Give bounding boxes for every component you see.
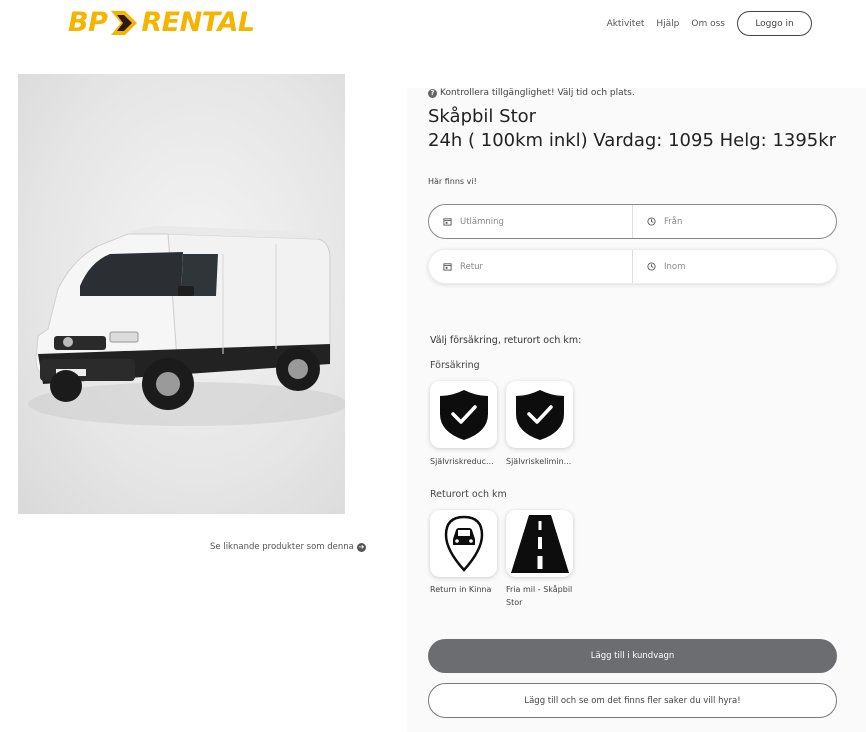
arrow-right-circle-icon: ➔	[356, 542, 366, 552]
similar-products-link[interactable]: Se liknande produkter som denna ➔	[210, 542, 366, 552]
van-illustration	[28, 226, 345, 426]
pickup-row: Utlämning Från	[428, 204, 837, 239]
return-placeholder: Retur	[460, 261, 483, 272]
return-option-kinna-label: Return in Kinna	[430, 585, 492, 594]
nav-link-activity[interactable]: Aktivitet	[607, 19, 645, 29]
location-car-icon	[444, 515, 483, 572]
pickup-date-field[interactable]: Utlämning	[429, 205, 632, 238]
add-to-cart-button[interactable]: Lägg till i kundvagn	[428, 639, 837, 673]
question-icon: ?	[428, 88, 437, 98]
similar-products-label: Se liknande produkter som denna	[210, 542, 354, 552]
return-section-label: Returort och km	[430, 489, 507, 500]
insurance-option-1[interactable]	[430, 381, 497, 448]
pickup-placeholder: Utlämning	[460, 216, 504, 227]
availability-note: ? Kontrollera tillgänglighet! Välj tid o…	[428, 88, 635, 98]
logo-arrow-icon	[111, 11, 138, 35]
calendar-icon	[443, 218, 452, 226]
return-option-free-miles-label: Fria mil - Skåpbil Stor	[506, 585, 573, 607]
login-button[interactable]: Loggo in	[737, 11, 812, 36]
clock-icon	[647, 262, 656, 271]
clock-icon	[647, 217, 656, 226]
logo-text-bp: BP	[68, 7, 108, 38]
logo-text-rental: RENTAL	[141, 7, 255, 38]
calendar-icon	[443, 263, 452, 271]
within-placeholder: Inom	[664, 261, 686, 272]
availability-text: Kontrollera tillgänglighet! Välj tid och…	[440, 88, 635, 98]
top-nav: Aktivitet Hjälp Om oss Loggo in	[595, 11, 812, 36]
return-option-free-miles[interactable]	[506, 510, 573, 577]
nav-link-help[interactable]: Hjälp	[656, 19, 679, 29]
nav-link-about[interactable]: Om oss	[691, 19, 725, 29]
product-image	[18, 74, 345, 514]
pickup-time-field[interactable]: Från	[632, 205, 836, 238]
return-date-field[interactable]: Retur	[429, 250, 632, 283]
insurance-option-2-label: Självriskelimin...	[506, 457, 572, 466]
from-placeholder: Från	[664, 216, 683, 227]
location-label: Här finns vi!	[428, 177, 477, 186]
shield-check-icon	[515, 389, 564, 440]
road-icon	[510, 514, 569, 573]
insurance-option-1-label: Självriskreduc...	[430, 457, 494, 466]
brand-logo[interactable]: BP RENTAL	[68, 8, 255, 38]
return-time-field[interactable]: Inom	[632, 250, 836, 283]
add-and-continue-button[interactable]: Lägg till och se om det finns fler saker…	[428, 683, 837, 718]
product-price: 24h ( 100km inkl) Vardag: 1095 Helg: 139…	[428, 130, 837, 151]
insurance-option-2[interactable]	[506, 381, 573, 448]
shield-check-icon	[439, 389, 488, 440]
return-row: Retur Inom	[428, 249, 837, 284]
options-heading: Välj försäkring, returort och km:	[430, 335, 582, 346]
product-title: Skåpbil Stor	[428, 106, 537, 127]
return-option-kinna[interactable]	[430, 510, 497, 577]
insurance-section-label: Försäkring	[430, 360, 480, 371]
